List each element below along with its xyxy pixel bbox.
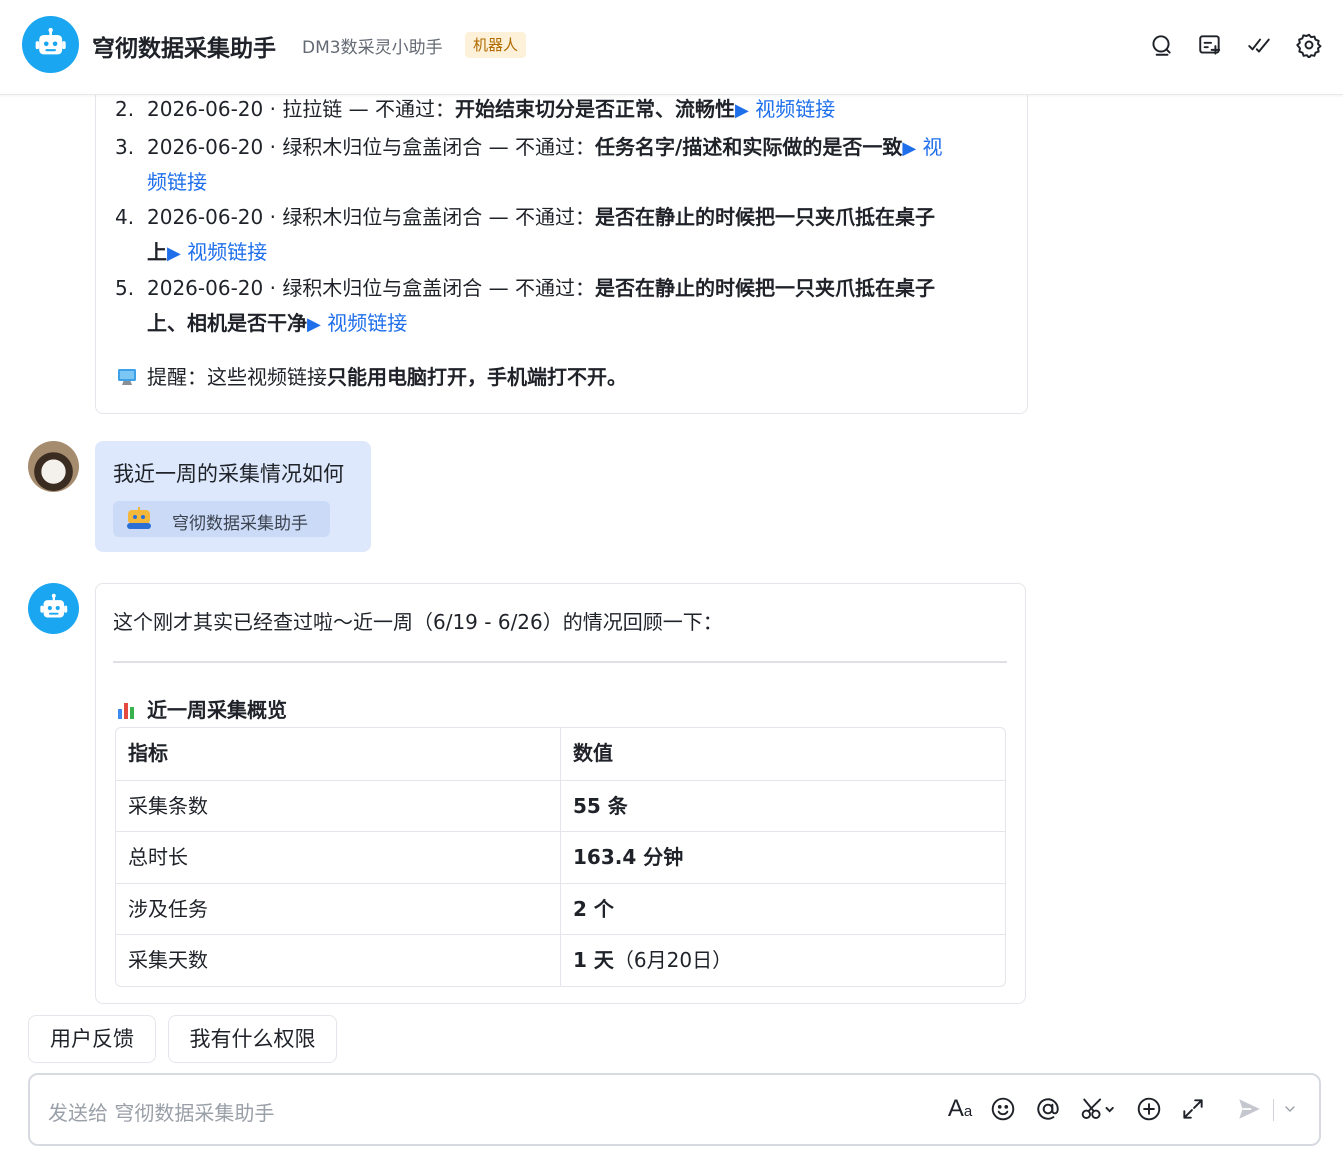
new-chat-icon[interactable] <box>1195 30 1225 60</box>
video-link[interactable]: 视频链接 <box>187 240 267 264</box>
table-header-cell: 数值 <box>573 741 613 765</box>
search-icon[interactable] <box>1146 30 1176 60</box>
quick-reply-permissions-button[interactable]: 我有什么权限 <box>168 1015 337 1063</box>
video-link[interactable]: 视频链接 <box>327 311 407 335</box>
list-item: 4. 2026-06-20 · 绿积木归位与盒盖闭合 — 不通过：是否在静止的时候… <box>115 205 936 229</box>
reminder-text: 提醒：这些视频链接只能用电脑打开，手机端打不开。 <box>117 360 627 395</box>
table-header-cell: 指标 <box>116 728 561 780</box>
robot-icon <box>40 593 67 618</box>
format-icon[interactable]: Aa <box>945 1094 975 1124</box>
table-row: 采集天数 1 天（6月20日） <box>116 934 1005 986</box>
video-link[interactable]: 频链接 <box>147 170 207 194</box>
video-link[interactable]: 视 <box>923 135 943 159</box>
bot-avatar[interactable] <box>28 583 79 634</box>
table-cell-value: 55 条 <box>573 793 628 818</box>
app-subtitle: DM3数采灵小助手 <box>302 38 443 58</box>
emoji-icon[interactable] <box>988 1094 1018 1124</box>
table-cell-value: 1 天（6月20日） <box>573 948 733 973</box>
send-icon[interactable] <box>1234 1094 1264 1124</box>
play-icon: ▶ <box>167 243 181 264</box>
check-icon[interactable] <box>1244 30 1274 60</box>
bot-mention-label: 穹彻数据采集助手 <box>172 514 308 534</box>
play-icon: ▶ <box>902 138 917 159</box>
bar-chart-icon <box>117 701 137 719</box>
play-icon: ▶ <box>307 314 321 335</box>
list-item: 2. 2026-06-20 · 拉拉链 — 不通过：开始结束切分是否正常、流畅性▶… <box>115 97 836 121</box>
divider <box>1273 1099 1274 1121</box>
settings-icon[interactable] <box>1294 30 1324 60</box>
scissors-icon[interactable] <box>1078 1094 1118 1124</box>
message-input[interactable]: 发送给 穹彻数据采集助手 <box>48 1097 274 1126</box>
expand-icon[interactable] <box>1178 1094 1208 1124</box>
app-title: 穹彻数据采集助手 <box>92 36 276 62</box>
user-message-text: 我近一周的采集情况如何 <box>113 462 344 486</box>
bot-mini-icon <box>127 507 151 529</box>
summary-table: 指标 数值 采集条数 55 条 总时长 163.4 分钟 涉及任务 2 个 采集… <box>115 727 1006 987</box>
table-row: 总时长 163.4 分钟 <box>116 831 1005 883</box>
bot-avatar[interactable] <box>22 16 79 73</box>
section-title: 近一周采集概览 <box>117 694 287 723</box>
table-cell-metric: 总时长 <box>116 832 561 883</box>
quick-reply-feedback-button[interactable]: 用户反馈 <box>28 1015 156 1063</box>
table-cell-value: 163.4 分钟 <box>573 845 684 870</box>
plus-circle-icon[interactable] <box>1134 1094 1164 1124</box>
table-row: 涉及任务 2 个 <box>116 882 1005 935</box>
table-cell-metric: 采集条数 <box>116 780 561 832</box>
list-item: 3. 2026-06-20 · 绿积木归位与盒盖闭合 — 不通过：任务名字/描述和… <box>115 135 943 159</box>
divider <box>113 661 1007 663</box>
list-item: 5. 2026-06-20 · 绿积木归位与盒盖闭合 — 不通过：是否在静止的时候… <box>115 276 936 300</box>
video-link[interactable]: 视频链接 <box>755 97 835 121</box>
play-icon: ▶ <box>735 100 749 121</box>
bot-tag: 机器人 <box>465 32 527 58</box>
chevron-down-icon[interactable] <box>1277 1094 1303 1124</box>
chat-header: 穹彻数据采集助手 DM3数采灵小助手 机器人 <box>0 0 1343 95</box>
table-cell-value: 2 个 <box>573 896 614 921</box>
robot-icon <box>35 27 66 55</box>
table-cell-metric: 涉及任务 <box>116 883 561 935</box>
user-avatar[interactable] <box>28 441 79 492</box>
computer-icon <box>117 362 137 385</box>
mention-icon[interactable] <box>1033 1094 1063 1124</box>
table-row: 采集条数 55 条 <box>116 779 1005 832</box>
reply-intro: 这个刚才其实已经查过啦～近一周（6/19 - 6/26）的情况回顾一下： <box>113 610 723 634</box>
table-cell-metric: 采集天数 <box>116 935 561 986</box>
table-header-row: 指标 数值 <box>116 728 1005 780</box>
